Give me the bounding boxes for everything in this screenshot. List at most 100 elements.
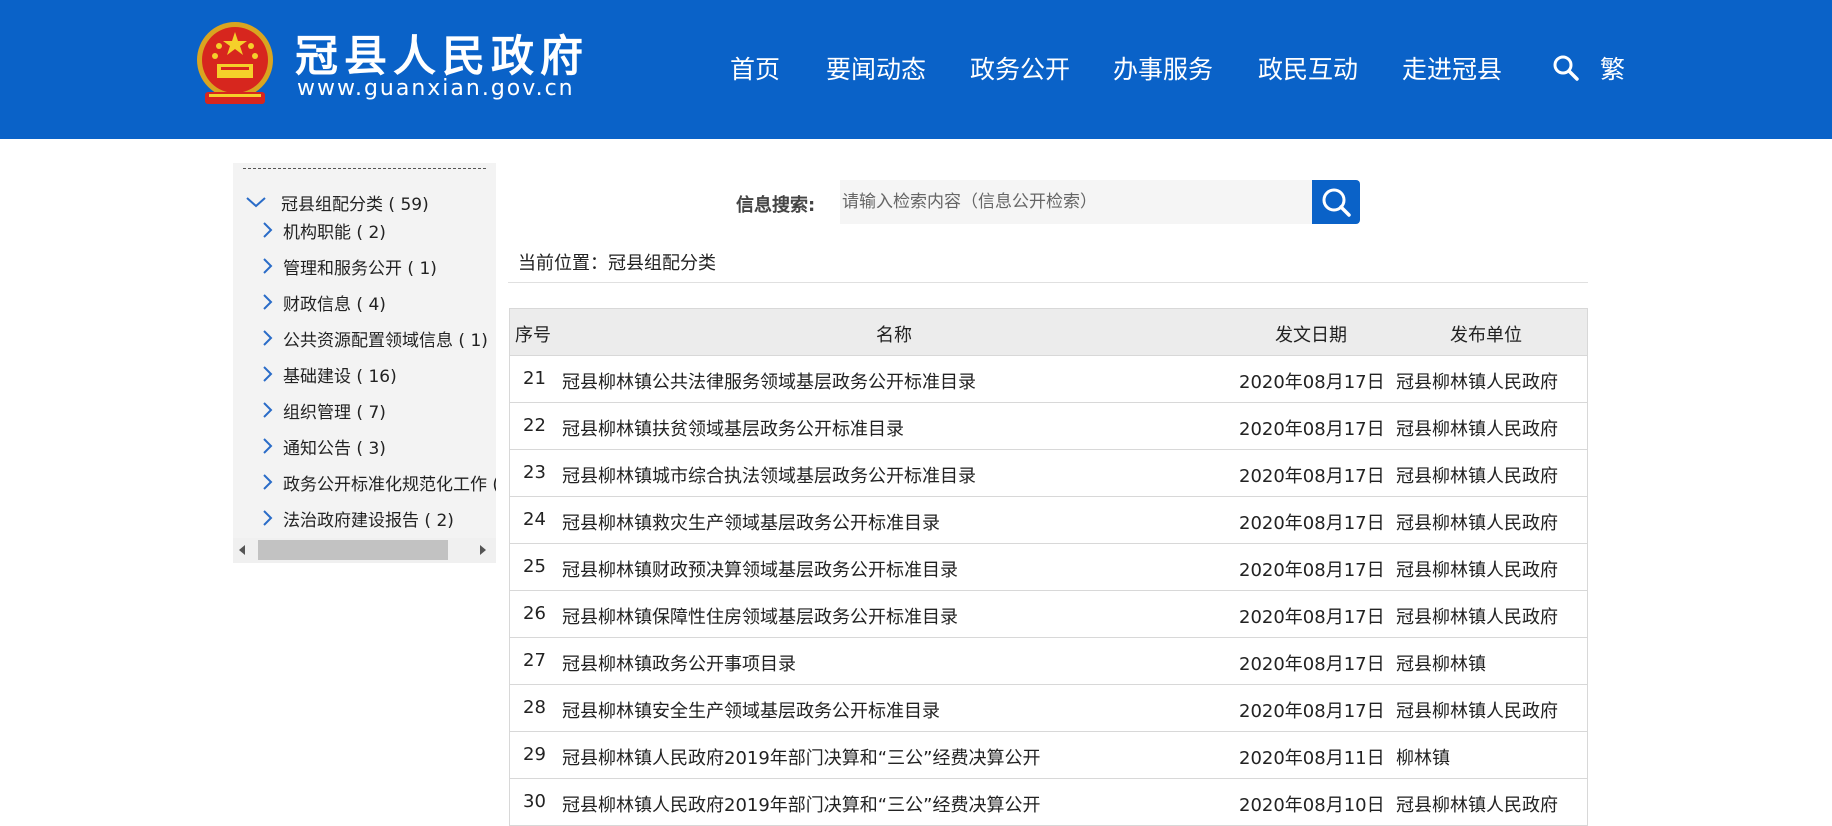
- row-unit: 冠县柳林镇人民政府: [1396, 795, 1558, 816]
- tree-root-category[interactable]: 冠县组配分类 ( 59): [245, 188, 429, 216]
- chevron-right-icon: [263, 402, 273, 418]
- column-header-no: 序号: [515, 325, 551, 346]
- table-header: 序号 名称 发文日期 发布单位: [509, 308, 1588, 356]
- national-emblem-icon[interactable]: [195, 20, 275, 108]
- row-title-link[interactable]: 冠县柳林镇城市综合执法领域基层政务公开标准目录: [562, 462, 976, 488]
- row-number: 28: [523, 697, 546, 718]
- tree-item-label: 财政信息 ( 4): [283, 294, 386, 315]
- row-date: 2020年08月10日: [1239, 795, 1385, 816]
- nav-news[interactable]: 要闻动态: [826, 50, 926, 86]
- tree-item-label: 基础建设 ( 16): [283, 366, 397, 387]
- row-number: 24: [523, 509, 546, 530]
- nav-home[interactable]: 首页: [730, 50, 780, 86]
- row-date: 2020年08月17日: [1239, 419, 1385, 440]
- tree-item-rule-of-law-report[interactable]: 法治政府建设报告 ( 2): [261, 504, 454, 532]
- search-button[interactable]: [1312, 180, 1360, 224]
- scroll-right-arrow-icon[interactable]: [480, 545, 486, 555]
- tree-item-label: 管理和服务公开 ( 1): [283, 258, 437, 279]
- table-row[interactable]: 28 冠县柳林镇安全生产领域基层政务公开标准目录 2020年08月17日 冠县柳…: [509, 685, 1588, 732]
- row-number: 22: [523, 415, 546, 436]
- row-unit: 柳林镇: [1396, 748, 1450, 769]
- tree-root-label: 冠县组配分类 ( 59): [281, 194, 429, 215]
- chevron-right-icon: [263, 438, 273, 454]
- column-header-title: 名称: [876, 325, 912, 346]
- table-row[interactable]: 23 冠县柳林镇城市综合执法领域基层政务公开标准目录 2020年08月17日 冠…: [509, 450, 1588, 497]
- table-row[interactable]: 27 冠县柳林镇政务公开事项目录 2020年08月17日 冠县柳林镇: [509, 638, 1588, 685]
- scroll-left-arrow-icon[interactable]: [239, 545, 245, 555]
- chevron-right-icon: [263, 222, 273, 238]
- tree-item-label: 公共资源配置领域信息 ( 1): [283, 330, 488, 351]
- tree-item-label: 通知公告 ( 3): [283, 438, 386, 459]
- search-input[interactable]: [840, 180, 1312, 224]
- nav-services[interactable]: 办事服务: [1113, 50, 1213, 86]
- row-title-link[interactable]: 冠县柳林镇救灾生产领域基层政务公开标准目录: [562, 509, 940, 535]
- column-header-date: 发文日期: [1275, 325, 1347, 346]
- row-number: 29: [523, 744, 546, 765]
- breadcrumb-divider: [508, 282, 1588, 283]
- tree-item-management[interactable]: 管理和服务公开 ( 1): [261, 252, 437, 280]
- table-row[interactable]: 30 冠县柳林镇人民政府2019年部门决算和“三公”经费决算公开 2020年08…: [509, 779, 1588, 826]
- row-date: 2020年08月17日: [1239, 654, 1385, 675]
- tree-item-label: 法治政府建设报告 ( 2): [283, 510, 454, 531]
- table-row[interactable]: 25 冠县柳林镇财政预决算领域基层政务公开标准目录 2020年08月17日 冠县…: [509, 544, 1588, 591]
- row-unit: 冠县柳林镇人民政府: [1396, 701, 1558, 722]
- row-number: 23: [523, 462, 546, 483]
- chevron-right-icon: [263, 366, 273, 382]
- category-sidebar: 冠县组配分类 ( 59) 机构职能 ( 2) 管理和服务公开 ( 1) 财政信息…: [233, 163, 496, 563]
- site-header: 冠县人民政府 www.guanxian.gov.cn 首页 要闻动态 政务公开 …: [0, 0, 1832, 139]
- row-title-link[interactable]: 冠县柳林镇安全生产领域基层政务公开标准目录: [562, 697, 940, 723]
- row-unit: 冠县柳林镇人民政府: [1396, 372, 1558, 393]
- chevron-right-icon: [263, 330, 273, 346]
- site-title[interactable]: 冠县人民政府: [295, 22, 589, 84]
- row-number: 30: [523, 791, 546, 812]
- chevron-down-icon: [246, 197, 266, 208]
- nav-about[interactable]: 走进冠县: [1402, 50, 1502, 86]
- breadcrumb: 当前位置：冠县组配分类: [518, 253, 716, 274]
- chevron-right-icon: [263, 474, 273, 490]
- tree-item-standardization[interactable]: 政务公开标准化规范化工作 (: [261, 468, 496, 496]
- row-date: 2020年08月17日: [1239, 701, 1385, 722]
- tree-item-functions[interactable]: 机构职能 ( 2): [261, 216, 386, 244]
- row-unit: 冠县柳林镇人民政府: [1396, 560, 1558, 581]
- row-unit: 冠县柳林镇人民政府: [1396, 607, 1558, 628]
- tree-item-label: 政务公开标准化规范化工作 (: [283, 474, 496, 495]
- row-unit: 冠县柳林镇: [1396, 654, 1486, 675]
- tree-item-organization[interactable]: 组织管理 ( 7): [261, 396, 386, 424]
- tree-item-label: 组织管理 ( 7): [283, 402, 386, 423]
- row-title-link[interactable]: 冠县柳林镇保障性住房领域基层政务公开标准目录: [562, 603, 958, 629]
- column-header-unit: 发布单位: [1450, 325, 1522, 346]
- row-title-link[interactable]: 冠县柳林镇公共法律服务领域基层政务公开标准目录: [562, 368, 976, 394]
- row-unit: 冠县柳林镇人民政府: [1396, 466, 1558, 487]
- row-number: 25: [523, 556, 546, 577]
- row-date: 2020年08月17日: [1239, 607, 1385, 628]
- site-url[interactable]: www.guanxian.gov.cn: [297, 76, 575, 101]
- tree-item-notices[interactable]: 通知公告 ( 3): [261, 432, 386, 460]
- table-row[interactable]: 21 冠县柳林镇公共法律服务领域基层政务公开标准目录 2020年08月17日 冠…: [509, 356, 1588, 403]
- search-icon[interactable]: [1552, 54, 1580, 82]
- tree-item-public-resources[interactable]: 公共资源配置领域信息 ( 1): [261, 324, 488, 352]
- scrollbar-thumb[interactable]: [258, 540, 448, 560]
- row-number: 21: [523, 368, 546, 389]
- row-title-link[interactable]: 冠县柳林镇政务公开事项目录: [562, 650, 796, 676]
- row-title-link[interactable]: 冠县柳林镇扶贫领域基层政务公开标准目录: [562, 415, 904, 441]
- row-title-link[interactable]: 冠县柳林镇人民政府2019年部门决算和“三公”经费决算公开: [562, 791, 1040, 817]
- traditional-chinese-toggle[interactable]: 繁: [1600, 50, 1625, 86]
- row-unit: 冠县柳林镇人民政府: [1396, 513, 1558, 534]
- row-title-link[interactable]: 冠县柳林镇人民政府2019年部门决算和“三公”经费决算公开: [562, 744, 1040, 770]
- nav-interaction[interactable]: 政民互动: [1258, 50, 1358, 86]
- row-title-link[interactable]: 冠县柳林镇财政预决算领域基层政务公开标准目录: [562, 556, 958, 582]
- nav-gov-affairs[interactable]: 政务公开: [970, 50, 1070, 86]
- row-date: 2020年08月17日: [1239, 372, 1385, 393]
- tree-item-infrastructure[interactable]: 基础建设 ( 16): [261, 360, 397, 388]
- row-date: 2020年08月17日: [1239, 560, 1385, 581]
- sidebar-horizontal-scrollbar[interactable]: [233, 538, 496, 563]
- row-date: 2020年08月17日: [1239, 466, 1385, 487]
- sidebar-divider: [243, 168, 486, 169]
- chevron-right-icon: [263, 294, 273, 310]
- table-row[interactable]: 24 冠县柳林镇救灾生产领域基层政务公开标准目录 2020年08月17日 冠县柳…: [509, 497, 1588, 544]
- table-row[interactable]: 22 冠县柳林镇扶贫领域基层政务公开标准目录 2020年08月17日 冠县柳林镇…: [509, 403, 1588, 450]
- table-row[interactable]: 26 冠县柳林镇保障性住房领域基层政务公开标准目录 2020年08月17日 冠县…: [509, 591, 1588, 638]
- tree-item-finance[interactable]: 财政信息 ( 4): [261, 288, 386, 316]
- chevron-right-icon: [263, 510, 273, 526]
- table-row[interactable]: 29 冠县柳林镇人民政府2019年部门决算和“三公”经费决算公开 2020年08…: [509, 732, 1588, 779]
